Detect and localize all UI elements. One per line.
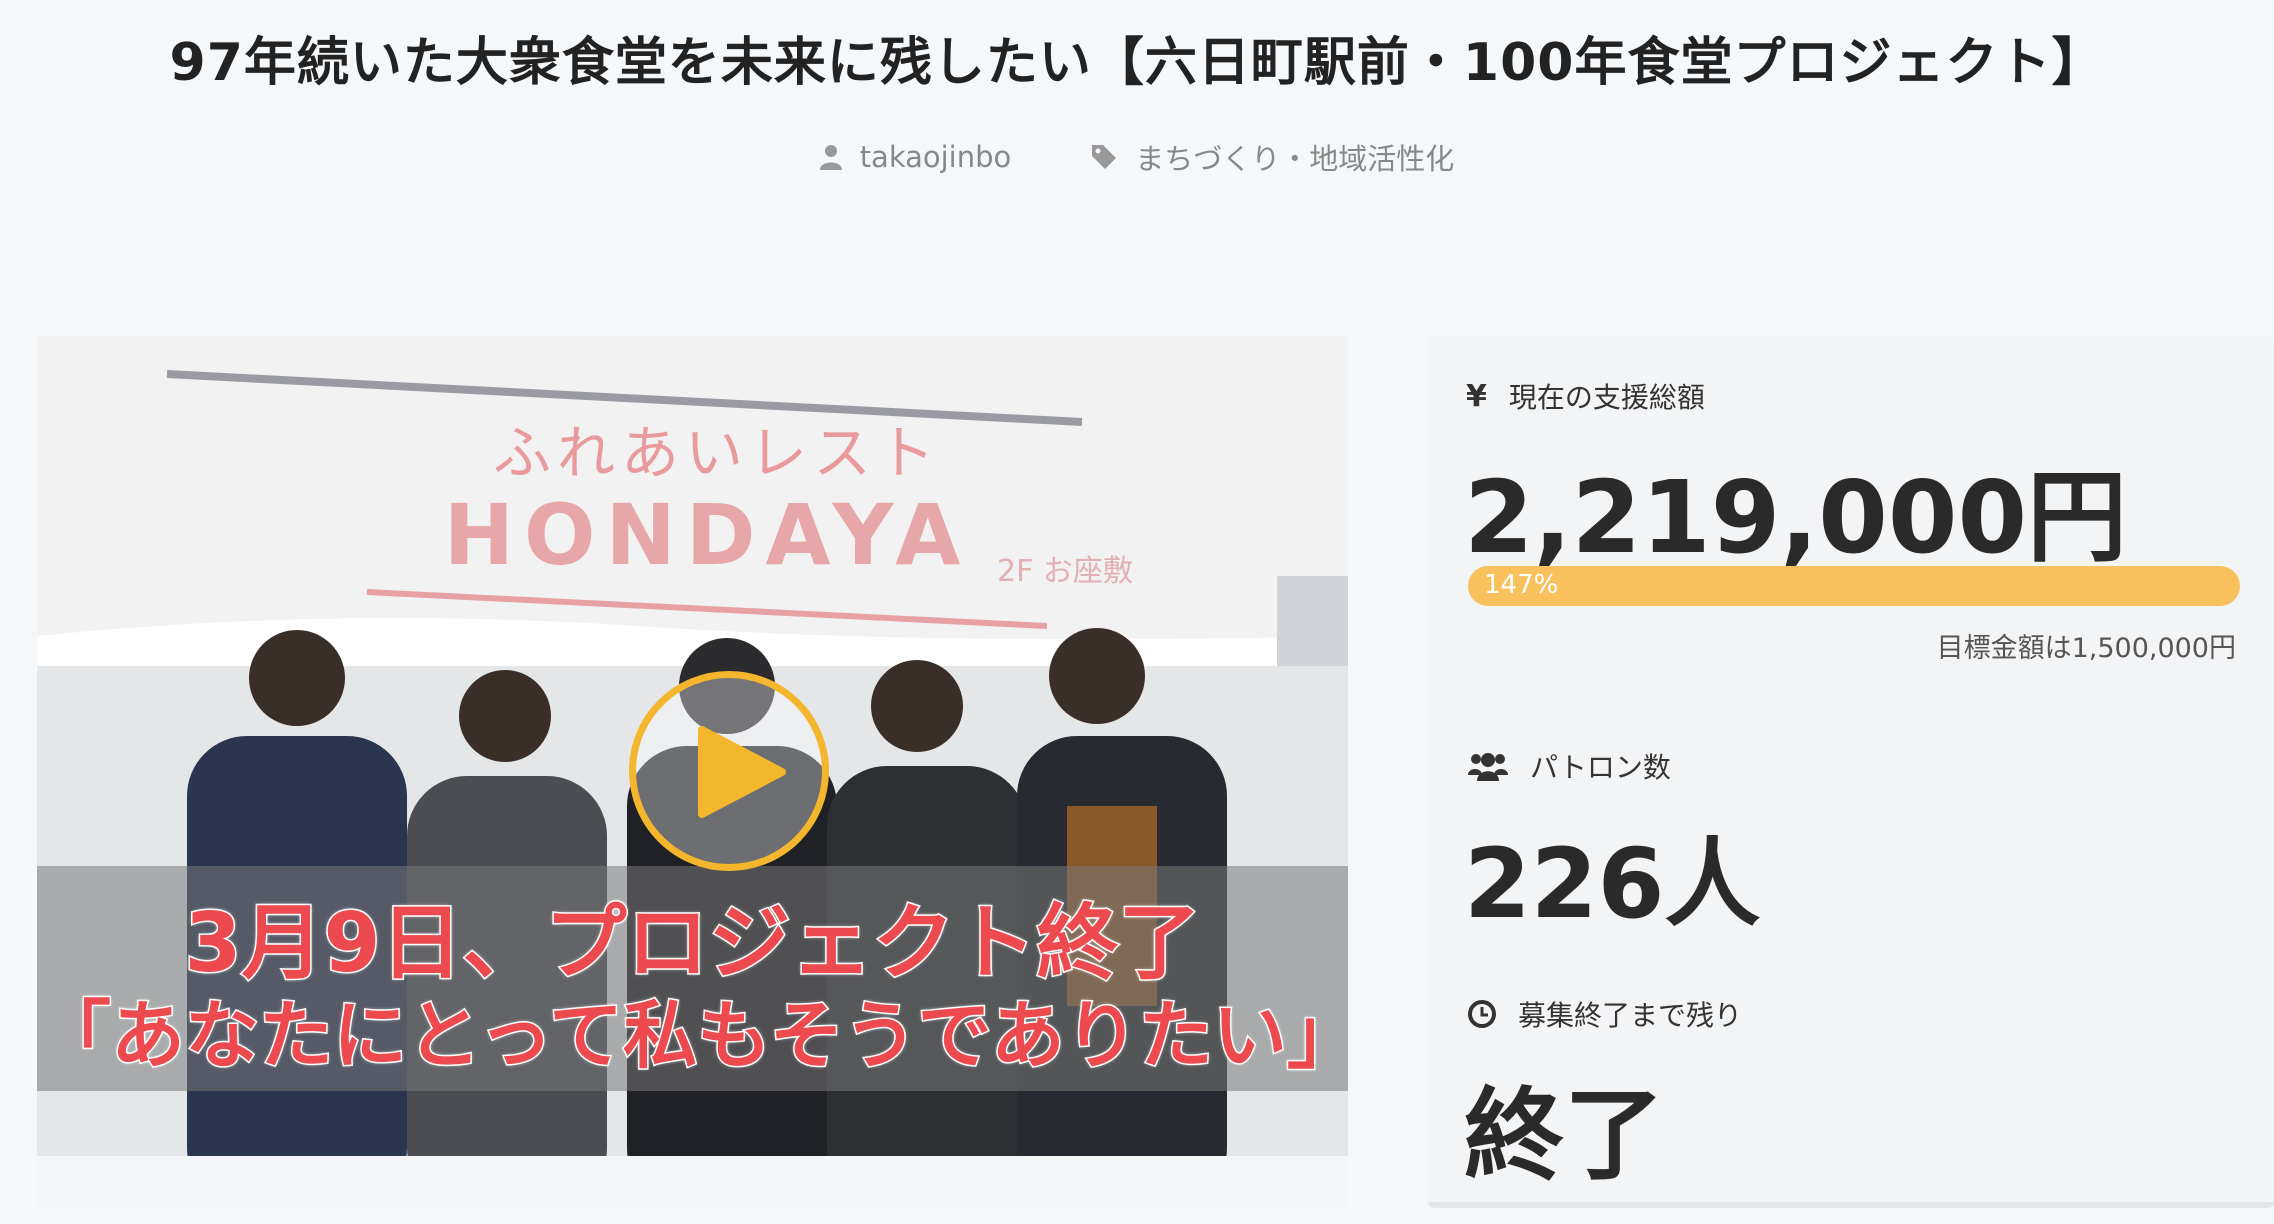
tag-icon — [1092, 145, 1117, 169]
users-icon — [1468, 753, 1508, 781]
sign-text-small: 2F お座敷 — [997, 554, 1133, 589]
progress-percent: 147% — [1484, 570, 1559, 600]
author-link[interactable]: takaojinbo — [819, 136, 1012, 178]
remaining-label: 募集終了まで残り — [1518, 999, 1743, 1032]
patrons-value: 226人 — [1464, 828, 1761, 940]
author-name: takaojinbo — [859, 140, 1012, 174]
remaining-label-row: 募集終了まで残り — [1468, 994, 1742, 1034]
sign-text-main: HONDAYA — [443, 486, 971, 584]
user-icon — [819, 145, 842, 170]
project-page: 97年続いた大衆食堂を未来に残したい【六日町駅前・100年食堂プロジェクト】 t… — [0, 0, 2274, 1224]
play-button[interactable] — [629, 671, 829, 871]
category-link[interactable]: まちづくり・地域活性化 — [1091, 136, 1454, 178]
project-meta: takaojinbo まちづくり・地域活性化 — [0, 136, 2274, 178]
play-icon — [698, 726, 786, 818]
category-name: まちづくり・地域活性化 — [1135, 142, 1455, 176]
progress-bar: 147% — [1468, 566, 2240, 606]
funding-panel: ¥ 現在の支援総額 2,219,000円 147% 目標金額は1,500,000… — [1428, 336, 2274, 1208]
amount-value: 2,219,000円 — [1464, 459, 2128, 576]
goal-amount: 目標金額は1,500,000円 — [1936, 633, 2236, 664]
amount-label: 現在の支援総額 — [1508, 381, 1705, 414]
patrons-label: パトロン数 — [1530, 751, 1671, 784]
clock-icon — [1468, 1000, 1496, 1028]
project-video[interactable]: ふれあいレスト HONDAYA 2F お座敷 3月9日、プロジェクト終了 「あな… — [37, 336, 1348, 1208]
caption-line-2: 「あなたにとって私もそうでありたい」 — [37, 992, 1348, 1081]
remaining-value: 終了 — [1464, 1077, 1664, 1194]
project-title: 97年続いた大衆食堂を未来に残したい【六日町駅前・100年食堂プロジェクト】 — [169, 33, 2105, 93]
patrons-label-row: パトロン数 — [1468, 746, 1671, 786]
sign-text-upper: ふれあいレスト — [492, 419, 941, 487]
amount-label-row: ¥ 現在の支援総額 — [1466, 376, 1705, 416]
yen-icon: ¥ — [1466, 378, 1487, 414]
